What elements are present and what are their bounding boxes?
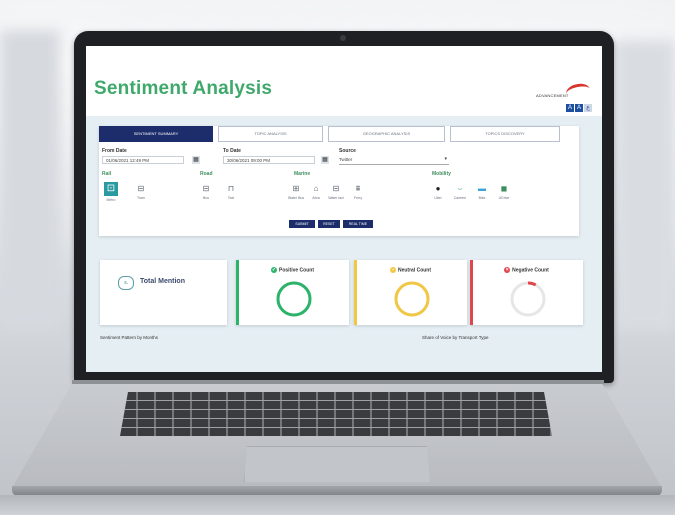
total-mention-label: Total Mention: [140, 278, 185, 285]
transport-label: Metro: [106, 198, 116, 202]
negative-count-card: × Negative Count: [470, 260, 583, 325]
transport-label: UDrive: [498, 196, 510, 200]
transport-careem[interactable]: ⌣ Careem: [451, 184, 469, 200]
category-road: Road: [200, 171, 213, 177]
submit-button[interactable]: SUBMIT: [289, 220, 315, 228]
reset-button[interactable]: RESET: [318, 220, 340, 228]
bike-icon: ▬: [478, 184, 486, 193]
transport-label: Careem: [453, 196, 467, 200]
chevron-down-icon: ▾: [444, 156, 447, 162]
uber-icon: ●: [435, 184, 441, 193]
transport-udrive[interactable]: ◼ UDrive: [495, 184, 513, 200]
tab-sentiment-summary[interactable]: SENTIMENT SUMMARY: [99, 126, 213, 142]
negative-gauge-track: [510, 281, 546, 317]
from-date-label: From Date: [102, 148, 127, 154]
check-icon: ✓: [270, 267, 277, 273]
transport-label: Bus: [202, 196, 210, 200]
transport-label: Water Bus: [287, 196, 305, 200]
total-mention-card: ఽ Total Mention: [100, 260, 227, 325]
neutral-label: Neutral Count: [397, 267, 432, 274]
transport-ferry[interactable]: ⩩ Ferry: [349, 184, 367, 200]
water-bus-icon: ⊞: [292, 184, 300, 193]
background-window-right: [615, 40, 675, 330]
neutral-gauge: [394, 281, 430, 317]
category-marine: Marine: [294, 171, 311, 177]
transport-label: Taxi: [227, 196, 235, 200]
transport-abra[interactable]: ⌂ Abra: [307, 184, 325, 200]
to-calendar-icon[interactable]: ▦: [321, 156, 329, 164]
brand-logo: ADVANCEMENT: [536, 81, 592, 102]
transport-label: Abra: [312, 196, 320, 200]
source-label: Source: [339, 148, 356, 154]
chat-icon: ఽ: [118, 276, 134, 290]
to-date-input[interactable]: 30/06/2021 09:00 PM: [223, 156, 315, 164]
logo-swoosh-icon: [564, 81, 592, 102]
positive-header: ✓ Positive Count: [236, 267, 349, 273]
ferry-icon: ⩩: [355, 184, 361, 193]
transport-label: Bike: [478, 196, 486, 200]
category-rail: Rail: [102, 171, 112, 177]
logo-text: ADVANCEMENT: [536, 93, 569, 98]
source-select[interactable]: Twitter ▾: [339, 155, 449, 165]
transport-label: Ferry: [353, 196, 363, 200]
water-taxi-icon: ⊟: [332, 184, 340, 193]
bus-icon: ⊟: [202, 184, 210, 193]
positive-gauge: [276, 281, 312, 317]
category-mobility: Mobility: [432, 171, 451, 177]
neutral-header: – Neutral Count: [354, 267, 467, 273]
neutral-gauge-arc: [394, 281, 430, 317]
from-date-input[interactable]: 01/06/2021 12:49 PM: [102, 156, 184, 164]
arabic-language-button[interactable]: ع: [584, 104, 592, 112]
to-date-label: To Date: [223, 148, 241, 154]
transport-metro[interactable]: ⊡ Metro: [102, 182, 120, 202]
real-time-button[interactable]: REAL TIME: [343, 220, 373, 228]
abra-icon: ⌂: [313, 184, 319, 193]
transport-tram[interactable]: ⊟ Tram: [132, 184, 150, 200]
positive-label: Positive Count: [278, 267, 314, 274]
transport-label: Uber: [434, 196, 442, 200]
transport-uber[interactable]: ● Uber: [429, 184, 447, 200]
positive-gauge-arc: [276, 281, 312, 317]
transport-label: Water taxi: [328, 196, 344, 200]
tab-geographic-analysis[interactable]: GEOGRAPHIC ANALYSIS: [328, 126, 445, 142]
transport-taxi[interactable]: ⊓ Taxi: [222, 184, 240, 200]
tram-icon: ⊟: [137, 184, 145, 193]
metro-icon: ⊡: [104, 182, 118, 196]
from-calendar-icon[interactable]: ▦: [192, 156, 200, 164]
laptop-hinge: [72, 380, 604, 384]
positive-count-card: ✓ Positive Count: [236, 260, 349, 325]
font-size-large-button[interactable]: A: [575, 104, 583, 112]
table-surface: [0, 495, 675, 515]
transport-label: Tram: [136, 196, 146, 200]
negative-gauge: [510, 281, 546, 317]
sentiment-pattern-heading: Sentiment Pattern by Months: [100, 335, 159, 340]
keyboard-rows: [120, 392, 552, 436]
webcam: [340, 35, 346, 41]
careem-icon: ⌣: [457, 184, 463, 193]
neutral-count-card: – Neutral Count: [354, 260, 467, 325]
tab-bar: SENTIMENT SUMMARY TOPIC ANALYSIS GEOGRAP…: [99, 126, 579, 142]
background-window-left: [0, 30, 60, 330]
language-switcher: A A ع: [566, 104, 592, 112]
trackpad: [244, 446, 430, 482]
negative-header: × Negative Count: [470, 267, 583, 273]
negative-label: Negative Count: [512, 267, 549, 274]
transport-bus[interactable]: ⊟ Bus: [197, 184, 215, 200]
share-of-voice-heading: Share of Voice by Transport Type: [422, 335, 489, 340]
font-size-button[interactable]: A: [566, 104, 574, 112]
transport-water-bus[interactable]: ⊞ Water Bus: [287, 184, 305, 200]
source-value: Twitter: [339, 157, 353, 162]
tab-topic-analysis[interactable]: TOPIC ANALYSIS: [218, 126, 323, 142]
transport-water-taxi[interactable]: ⊟ Water taxi: [327, 184, 345, 200]
close-icon: ×: [504, 267, 511, 273]
laptop-screen: Sentiment Analysis ADVANCEMENT A A ع SEN…: [86, 46, 602, 372]
taxi-icon: ⊓: [227, 184, 235, 193]
transport-bike[interactable]: ▬ Bike: [473, 184, 491, 200]
tab-topics-discovery[interactable]: TOPICS DISCOVERY: [450, 126, 560, 142]
page-title: Sentiment Analysis: [94, 78, 273, 99]
udrive-icon: ◼: [500, 184, 508, 193]
neutral-icon: –: [389, 267, 396, 273]
